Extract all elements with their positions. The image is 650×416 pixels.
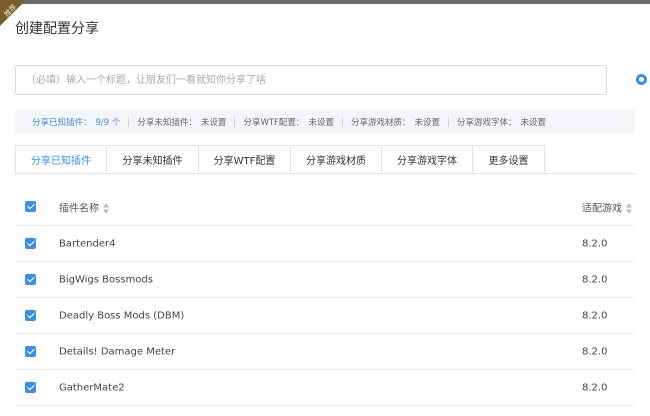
page-title: 创建配置分享: [15, 21, 99, 37]
summary-value: 未设置: [520, 118, 547, 128]
addon-name: Deadly Boss Mods (DBM): [59, 310, 185, 321]
column-header-name[interactable]: 插件名称: [59, 199, 109, 214]
row-checkbox[interactable]: [25, 238, 36, 249]
addon-game-version: 8.2.0: [582, 238, 608, 249]
tab-known-addons[interactable]: 分享已知插件: [15, 145, 107, 174]
summary-divider: [128, 117, 130, 127]
summary-unknown-addons: 分享未知插件： 未设置: [137, 116, 226, 128]
addon-table: 插件名称 适配游戏 Bartender4 8.2.0 BigWigs Bossm…: [15, 188, 635, 406]
summary-label: 分享已知插件：: [32, 118, 92, 128]
summary-value: 未设置: [414, 118, 440, 128]
summary-label: 分享游戏字体：: [456, 118, 517, 128]
table-row: Bartender4 8.2.0: [15, 226, 635, 262]
tab-more-settings[interactable]: 更多设置: [473, 145, 545, 174]
column-name-label: 插件名称: [59, 203, 99, 214]
row-checkbox[interactable]: [25, 310, 36, 321]
tab-game-fonts[interactable]: 分享游戏字体: [382, 145, 473, 174]
addon-name: Bartender4: [59, 238, 116, 249]
summary-divider: [447, 117, 449, 127]
addon-game-version: 8.2.0: [582, 274, 608, 285]
tab-unknown-addons[interactable]: 分享未知插件: [107, 145, 199, 174]
column-game-label: 适配游戏: [582, 203, 622, 214]
table-row: Deadly Boss Mods (DBM) 8.2.0: [15, 298, 635, 334]
summary-game-textures: 分享游戏材质： 未设置: [351, 116, 440, 128]
addon-game-version: 8.2.0: [582, 310, 608, 321]
tab-wtf-config[interactable]: 分享WTF配置: [199, 145, 291, 174]
tab-divider: [15, 173, 635, 174]
tab-game-textures[interactable]: 分享游戏材质: [291, 145, 382, 174]
column-header-game[interactable]: 适配游戏: [582, 199, 632, 214]
summary-wtf-config: 分享WTF配置： 未设置: [243, 116, 334, 128]
share-summary-bar: 分享已知插件： 9/9 个 分享未知插件： 未设置 分享WTF配置： 未设置 分…: [15, 110, 635, 134]
summary-label: 分享WTF配置：: [243, 118, 305, 128]
summary-label: 分享游戏材质：: [350, 118, 411, 128]
summary-game-fonts: 分享游戏字体： 未设置: [457, 116, 546, 128]
summary-divider: [341, 117, 343, 127]
sort-icon: [103, 203, 109, 213]
summary-value: 9/9 个: [95, 118, 121, 128]
tab-bar: 分享已知插件 分享未知插件 分享WTF配置 分享游戏材质 分享游戏字体 更多设置: [15, 145, 545, 174]
sort-icon: [626, 203, 632, 213]
table-row: GatherMate2 8.2.0: [15, 370, 635, 406]
summary-divider: [234, 117, 236, 127]
table-row: BigWigs Bossmods 8.2.0: [15, 262, 635, 298]
summary-known-addons: 分享已知插件： 9/9 个: [32, 116, 120, 128]
top-border: [0, 0, 650, 4]
addon-name: BigWigs Bossmods: [59, 274, 153, 285]
title-input[interactable]: [15, 65, 607, 95]
addon-name: Details! Damage Meter: [59, 346, 176, 357]
select-all-checkbox[interactable]: [25, 201, 36, 212]
summary-label: 分享未知插件：: [137, 118, 197, 128]
addon-name: GatherMate2: [59, 382, 125, 393]
summary-value: 未设置: [200, 118, 227, 128]
row-checkbox[interactable]: [25, 274, 36, 285]
table-header: 插件名称 适配游戏: [15, 188, 635, 226]
row-checkbox[interactable]: [25, 382, 36, 393]
row-checkbox[interactable]: [25, 346, 36, 357]
summary-value: 未设置: [308, 118, 334, 128]
table-row: Details! Damage Meter 8.2.0: [15, 334, 635, 370]
radio-dot-icon[interactable]: [636, 74, 647, 85]
addon-game-version: 8.2.0: [582, 382, 608, 393]
addon-game-version: 8.2.0: [582, 346, 608, 357]
